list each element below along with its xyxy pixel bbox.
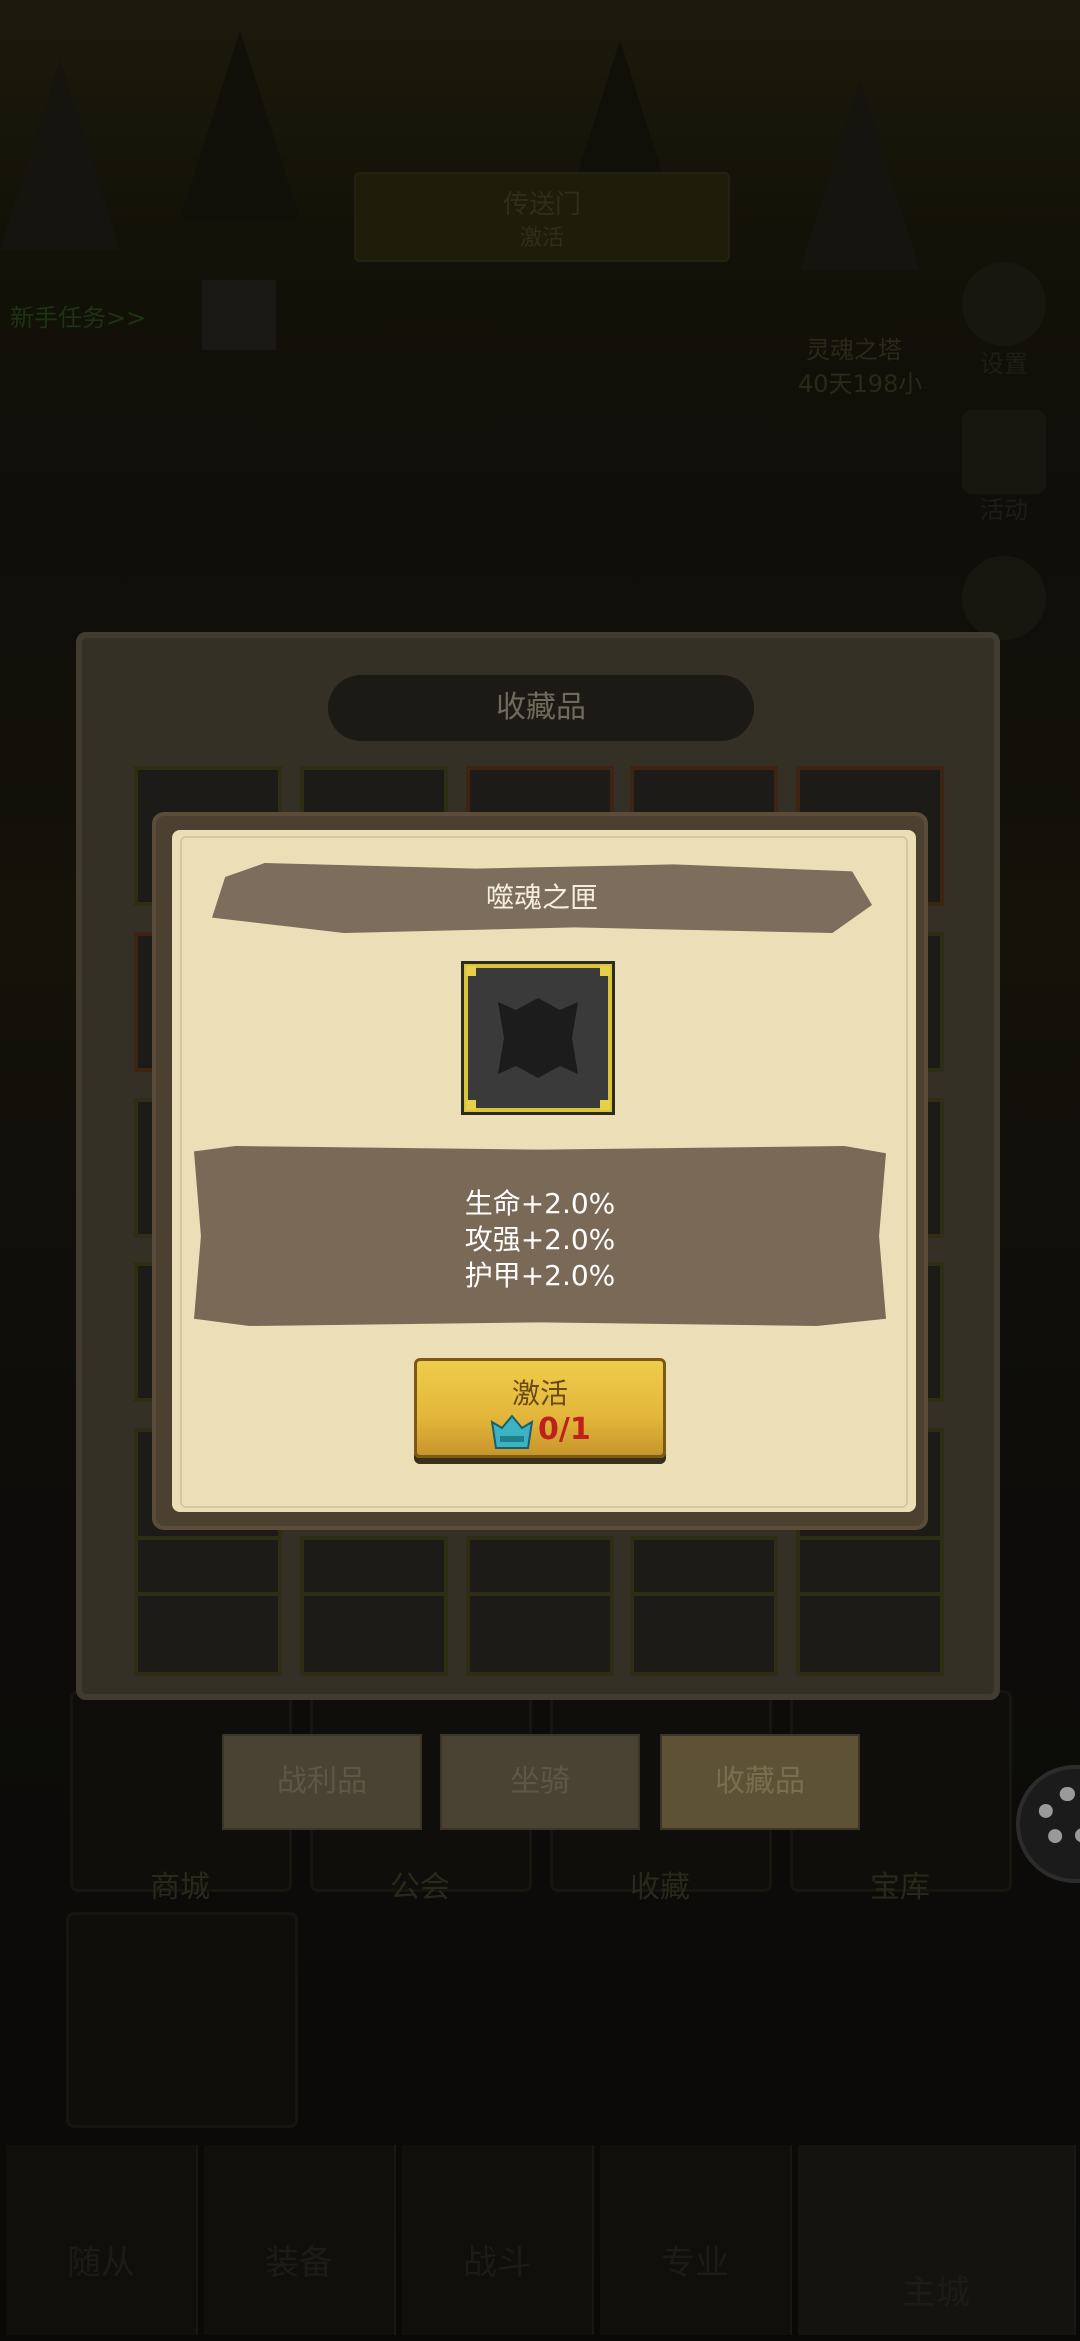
tower-spire: [800, 80, 920, 270]
nav-label: 专业: [661, 2243, 729, 2283]
nav-label: 战斗: [463, 2243, 531, 2283]
collection-slot[interactable]: [466, 1592, 614, 1660]
tower-spire: [0, 60, 120, 250]
collection-title: 收藏品: [328, 675, 754, 741]
collection-slot[interactable]: [796, 1592, 944, 1660]
row-label-shop: 商城: [150, 1870, 210, 1905]
gear-icon: [1038, 1787, 1080, 1847]
stat-attack: 攻强+2.0%: [464, 1223, 616, 1256]
collection-slot[interactable]: [630, 1592, 778, 1660]
nav-battle[interactable]: 战斗: [402, 2145, 594, 2335]
side-button-label: 设置: [980, 350, 1028, 378]
nav-followers[interactable]: 随从: [6, 2145, 198, 2335]
quest-title: 传送门: [502, 190, 581, 220]
collection-slot[interactable]: [134, 1592, 282, 1660]
location-name: 灵魂之塔: [806, 336, 902, 364]
sign-in-icon[interactable]: [962, 556, 1046, 640]
crown-shard-icon: [490, 1414, 534, 1449]
collection-slot[interactable]: [300, 1592, 448, 1660]
nav-label: 装备: [265, 2243, 333, 2283]
row-label-treasury: 宝库: [870, 1870, 930, 1905]
quest-subtitle: 激活: [519, 226, 564, 251]
stat-hp: 生命+2.0%: [464, 1187, 616, 1220]
soul-box-icon: [498, 998, 578, 1078]
cost-count: 0/1: [538, 1412, 591, 1447]
tab-mounts[interactable]: 坐骑: [440, 1734, 640, 1830]
side-quest-link[interactable]: 新手任务>>: [10, 298, 146, 333]
pet-dragon-portrait[interactable]: [66, 1912, 298, 2128]
nav-main-city[interactable]: 主城: [798, 2145, 1076, 2335]
side-button-label: 活动: [980, 496, 1028, 524]
location-timer: 40天198小: [798, 370, 923, 398]
tab-collectibles[interactable]: 收藏品: [660, 1734, 860, 1830]
quest-banner[interactable]: 传送门 激活: [354, 172, 730, 262]
settings-gear-icon[interactable]: [962, 262, 1046, 346]
event-calendar-icon[interactable]: [962, 410, 1046, 494]
activation-cost: 0/1: [490, 1412, 610, 1452]
row-label-guild: 公会: [390, 1870, 450, 1905]
nav-label: 随从: [67, 2243, 135, 2283]
notice-icon[interactable]: [202, 280, 276, 350]
nav-label: 主城: [902, 2273, 970, 2313]
nav-profession[interactable]: 专业: [600, 2145, 792, 2335]
dialog-title: 噬魂之匣: [485, 881, 598, 914]
stat-armor: 护甲+2.0%: [464, 1259, 616, 1292]
item-icon-frame: [461, 961, 615, 1115]
row-label-collection: 收藏: [630, 1870, 690, 1905]
activate-label: 激活: [511, 1377, 568, 1410]
tab-loot[interactable]: 战利品: [222, 1734, 422, 1830]
nav-equipment[interactable]: 装备: [204, 2145, 396, 2335]
tower-spire: [180, 30, 300, 220]
